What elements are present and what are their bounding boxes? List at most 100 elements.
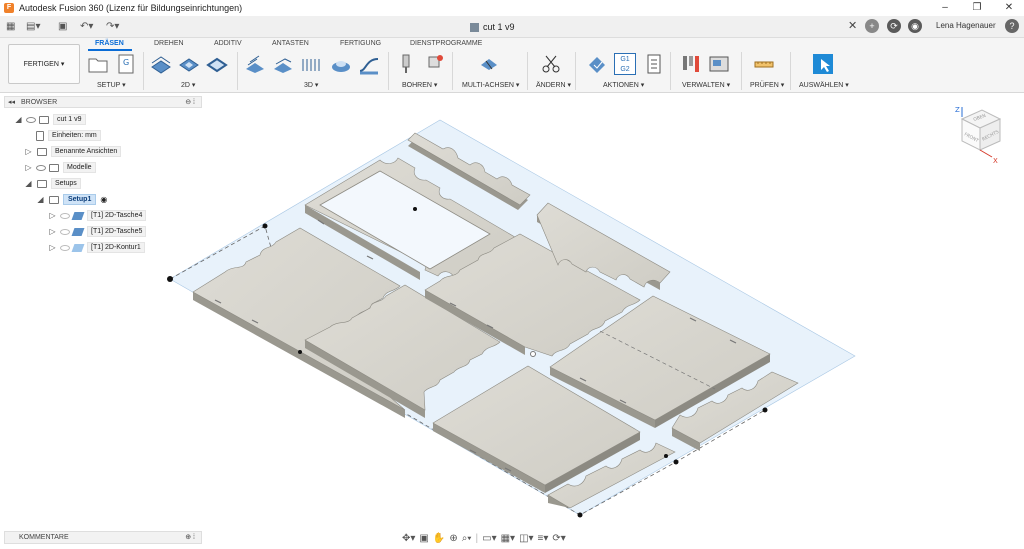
- group-bohren[interactable]: BOHREN ▾: [402, 81, 437, 89]
- simulate-icon[interactable]: [586, 53, 608, 75]
- expand-arrow-icon[interactable]: ▷: [48, 241, 57, 254]
- tab-fraesen[interactable]: FRÄSEN: [95, 40, 124, 47]
- setup-sheet-icon[interactable]: [643, 53, 665, 75]
- setups-label: Setups: [51, 178, 81, 189]
- viewports-icon[interactable]: ◫▾: [519, 533, 533, 544]
- close-document-tab-button[interactable]: ✕: [848, 19, 857, 32]
- 2d-contour-op-icon: [71, 243, 85, 252]
- toolpath-visibility-icon[interactable]: [60, 212, 70, 219]
- group-pruefen[interactable]: PRÜFEN ▾: [750, 81, 784, 89]
- comments-options-icon[interactable]: ⊕ ⁞: [185, 532, 195, 544]
- viewcube[interactable]: Z OBEN FRONT RECHTS X: [952, 105, 1008, 167]
- undo-icon[interactable]: ↶▾: [80, 20, 93, 34]
- expand-arrow-icon[interactable]: ◢: [14, 113, 23, 126]
- setup-folder-icon[interactable]: [87, 53, 109, 75]
- group-aendern[interactable]: ÄNDERN ▾: [536, 81, 571, 89]
- group-2d[interactable]: 2D ▾: [181, 81, 195, 89]
- close-window-button[interactable]: ✕: [994, 0, 1024, 16]
- operation-label: [T1] 2D-Tasche5: [87, 226, 147, 237]
- nc-program-icon[interactable]: G: [115, 53, 137, 75]
- tab-fertigung[interactable]: FERTIGUNG: [340, 40, 381, 47]
- visibility-eye-icon[interactable]: [36, 164, 46, 171]
- toolpath-visibility-icon[interactable]: [60, 244, 70, 251]
- post-process-button[interactable]: G1 G2: [614, 53, 636, 75]
- group-3d[interactable]: 3D ▾: [304, 81, 318, 89]
- 3d-viewport[interactable]: [160, 96, 1024, 526]
- activate-setup-icon[interactable]: ◉: [100, 193, 107, 206]
- tree-operation[interactable]: ▷ [T1] 2D-Tasche4: [48, 209, 147, 222]
- 2d-contour-icon[interactable]: [206, 53, 228, 75]
- expand-arrow-icon[interactable]: ▷: [24, 145, 33, 158]
- 3d-flow-icon[interactable]: [358, 53, 380, 75]
- minimize-button[interactable]: –: [930, 0, 960, 16]
- notifications-icon[interactable]: ◉: [908, 19, 922, 33]
- job-status-icon[interactable]: ⟳: [887, 19, 901, 33]
- visibility-eye-icon[interactable]: [26, 116, 36, 123]
- expand-arrow-icon[interactable]: ▷: [24, 161, 33, 174]
- tree-root[interactable]: ◢ cut 1 v9: [14, 113, 86, 126]
- redo-icon[interactable]: ↷▾: [106, 20, 119, 34]
- group-setup[interactable]: SETUP ▾: [97, 81, 126, 89]
- drill-icon[interactable]: [395, 53, 417, 75]
- multi-axis-icon[interactable]: [478, 53, 500, 75]
- tree-named-views[interactable]: ▷ Benannte Ansichten: [24, 145, 122, 158]
- refresh-icon[interactable]: ⟳▾: [552, 533, 565, 544]
- 2d-pocket-icon[interactable]: [178, 53, 200, 75]
- tab-drehen[interactable]: DREHEN: [154, 40, 184, 47]
- workspace-switcher[interactable]: FERTIGEN ▾: [8, 44, 80, 84]
- 3d-parallel-icon[interactable]: [300, 53, 322, 75]
- operation-label: [T1] 2D-Tasche4: [87, 210, 147, 221]
- effects-icon[interactable]: ≡▾: [538, 533, 549, 544]
- group-separator: [388, 52, 389, 90]
- user-name[interactable]: Lena Hagenauer: [936, 21, 996, 30]
- browser-title: BROWSER: [20, 99, 58, 106]
- machine-library-icon[interactable]: [708, 53, 730, 75]
- zoom-window-icon[interactable]: ⌕▾: [462, 533, 472, 544]
- select-icon[interactable]: [812, 53, 834, 75]
- expand-arrow-icon[interactable]: ▷: [48, 209, 57, 222]
- hole-recognition-icon[interactable]: [423, 53, 445, 75]
- fusion-app-icon: F: [4, 3, 14, 13]
- measure-icon[interactable]: [753, 53, 775, 75]
- toolpath-visibility-icon[interactable]: [60, 228, 70, 235]
- 3d-adaptive-icon[interactable]: [244, 53, 266, 75]
- pan-hand-icon[interactable]: ✋: [433, 533, 445, 544]
- save-icon[interactable]: ▣: [58, 20, 67, 34]
- new-tab-button[interactable]: +: [865, 19, 879, 33]
- look-at-icon[interactable]: ▣: [419, 533, 428, 544]
- group-aktionen[interactable]: AKTIONEN ▾: [603, 81, 644, 89]
- 3d-contour-icon[interactable]: [330, 53, 352, 75]
- tree-operation[interactable]: ▷ [T1] 2D-Kontur1: [48, 241, 145, 254]
- orbit-icon[interactable]: ✥▾: [402, 533, 415, 544]
- expand-arrow-icon[interactable]: ◢: [24, 177, 33, 190]
- units-label: Einheiten: mm: [48, 130, 101, 141]
- grid-settings-icon[interactable]: ▦▾: [501, 533, 515, 544]
- file-menu-icon[interactable]: ▤▾: [26, 20, 40, 34]
- folder-icon: [37, 147, 47, 156]
- tab-antasten[interactable]: ANTASTEN: [272, 40, 309, 47]
- tree-units[interactable]: Einheiten: mm: [36, 129, 101, 142]
- group-multi-achsen[interactable]: MULTI-ACHSEN ▾: [462, 81, 519, 89]
- expand-arrow-icon[interactable]: ▷: [48, 225, 57, 238]
- document-tab[interactable]: cut 1 v9: [470, 18, 515, 36]
- tab-additiv[interactable]: ADDITIV: [214, 40, 242, 47]
- tree-operation[interactable]: ▷ [T1] 2D-Tasche5: [48, 225, 147, 238]
- maximize-button[interactable]: ❐: [962, 0, 992, 16]
- tool-library-icon[interactable]: [680, 53, 702, 75]
- tree-setup1[interactable]: ◢ Setup1 ◉: [36, 193, 107, 206]
- comments-panel[interactable]: KOMMENTARE ⊕ ⁞: [4, 531, 202, 544]
- modify-scissors-icon[interactable]: [540, 53, 562, 75]
- tree-setups[interactable]: ◢ Setups: [24, 177, 81, 190]
- collapse-browser-icon[interactable]: ◂◂: [8, 99, 15, 106]
- group-verwalten[interactable]: VERWALTEN ▾: [682, 81, 730, 89]
- zoom-icon[interactable]: ⊕: [449, 533, 457, 544]
- help-button[interactable]: ?: [1005, 19, 1019, 33]
- tab-dienstprogramme[interactable]: DIENSTPROGRAMME: [410, 40, 482, 47]
- 2d-adaptive-icon[interactable]: [150, 53, 172, 75]
- tree-models[interactable]: ▷ Modelle: [24, 161, 96, 174]
- group-auswaehlen[interactable]: AUSWÄHLEN ▾: [799, 81, 849, 89]
- app-grid-icon[interactable]: ▦: [6, 20, 15, 34]
- 3d-pocket-icon[interactable]: [272, 53, 294, 75]
- expand-arrow-icon[interactable]: ◢: [36, 193, 45, 206]
- display-settings-icon[interactable]: ▭▾: [482, 533, 496, 544]
